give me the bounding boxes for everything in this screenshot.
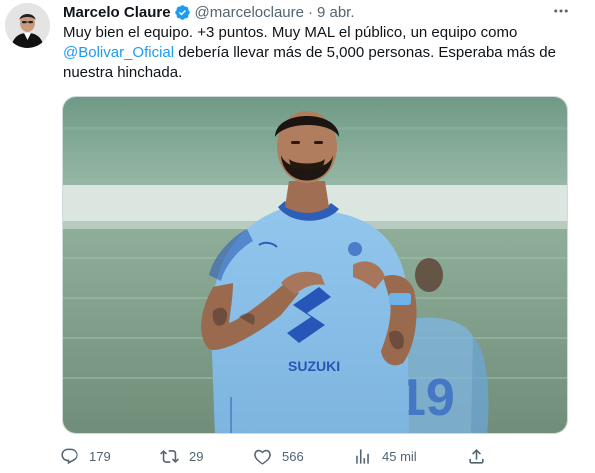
tweet-photo[interactable]: 19 SUZUKI — [62, 96, 568, 434]
avatar[interactable] — [5, 3, 50, 48]
views-chart-icon — [356, 448, 369, 464]
heart-icon — [254, 449, 271, 465]
verified-badge-icon — [174, 4, 191, 21]
jersey-sponsor: SUZUKI — [288, 358, 340, 374]
reply-button[interactable]: 179 — [60, 444, 111, 468]
repost-icon — [160, 449, 179, 463]
tweet-date[interactable]: 9 abr. — [317, 4, 355, 21]
avatar-image — [5, 3, 50, 48]
views-count: 45 mil — [382, 448, 417, 464]
repost-button[interactable]: 29 — [160, 444, 203, 468]
share-icon — [469, 448, 484, 464]
share-button[interactable] — [467, 444, 486, 468]
tweet-header: Marcelo Claure @marceloclaure · 9 abr. — [63, 2, 355, 22]
like-count: 566 — [282, 448, 304, 464]
separator-dot: · — [307, 3, 313, 21]
tweet-text-line: @Bolivar_Oficial debería llevar más de 5… — [63, 43, 583, 63]
tweet-text: Muy bien el equipo. +3 puntos. Muy MAL e… — [63, 23, 583, 83]
tweet-text-line: nuestra hinchada. — [63, 64, 183, 81]
tweet[interactable]: Marcelo Claure @marceloclaure · 9 abr. M… — [0, 0, 595, 473]
tweet-text-segment: debería llevar más de 5,000 personas. Es… — [174, 44, 556, 61]
repost-count: 29 — [189, 448, 204, 464]
tweet-text-line: Muy bien el equipo. +3 puntos. Muy MAL e… — [63, 24, 518, 41]
more-options-button[interactable] — [550, 2, 572, 20]
reply-icon — [61, 448, 78, 464]
author-display-name[interactable]: Marcelo Claure — [63, 4, 171, 21]
photo-image: 19 SUZUKI — [63, 97, 567, 433]
like-button[interactable]: 566 — [253, 444, 304, 468]
author-handle[interactable]: @marceloclaure — [195, 4, 304, 21]
views-button[interactable]: 45 mil — [353, 444, 417, 468]
reply-count: 179 — [89, 448, 111, 464]
tweet-actions: 179 29 566 45 mil — [60, 444, 590, 468]
mention-link[interactable]: @Bolivar_Oficial — [63, 44, 174, 61]
more-horizontal-icon — [554, 9, 568, 13]
